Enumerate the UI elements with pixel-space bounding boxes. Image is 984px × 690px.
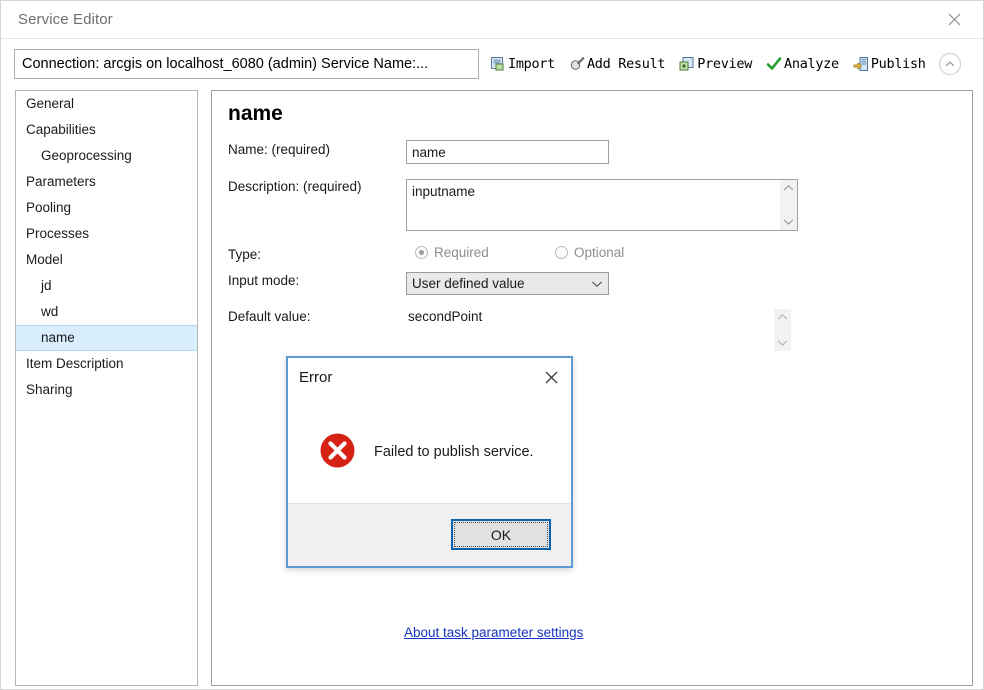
title-bar: Service Editor xyxy=(1,1,983,39)
sidebar-item-parameters[interactable]: Parameters xyxy=(16,169,197,195)
preview-label: Preview xyxy=(697,56,753,72)
publish-icon xyxy=(853,56,869,72)
publish-label: Publish xyxy=(870,56,926,72)
stepper-up-icon xyxy=(777,313,788,321)
publish-button[interactable]: Publish xyxy=(850,51,929,77)
editor-toolbar: Import Add Result Preview Analyze Publis… xyxy=(487,49,961,79)
page-title: name xyxy=(228,102,283,125)
radio-required-label: Required xyxy=(434,245,489,260)
collapse-toolbar-button[interactable] xyxy=(938,53,961,75)
default-value-text: secondPoint xyxy=(408,309,483,324)
radio-optional-circle-icon xyxy=(555,246,568,259)
sidebar-item-name[interactable]: name xyxy=(16,325,197,351)
input-mode-dropdown[interactable]: User defined value xyxy=(406,272,609,295)
dialog-body: Failed to publish service. xyxy=(288,400,571,503)
preview-icon xyxy=(679,56,695,72)
add-result-icon xyxy=(569,56,585,72)
stepper-down-icon xyxy=(777,339,788,347)
connection-field[interactable]: Connection: arcgis on localhost_6080 (ad… xyxy=(14,49,479,79)
input-mode-label: Input mode: xyxy=(228,273,300,288)
description-input[interactable] xyxy=(407,180,781,230)
dialog-title: Error xyxy=(299,369,333,386)
analyze-label: Analyze xyxy=(784,56,839,72)
scroll-up-icon xyxy=(783,184,794,192)
radio-optional[interactable]: Optional xyxy=(555,245,624,260)
dialog-footer: OK xyxy=(288,503,571,566)
close-icon xyxy=(545,371,557,383)
service-editor-window: Service Editor Connection: arcgis on loc… xyxy=(0,0,984,690)
about-task-parameter-settings-link[interactable]: About task parameter settings xyxy=(404,625,583,640)
sidebar-item-jd[interactable]: jd xyxy=(16,273,197,299)
window-title: Service Editor xyxy=(18,11,113,28)
scroll-down-icon xyxy=(783,218,794,226)
sidebar-item-sharing[interactable]: Sharing xyxy=(16,377,197,403)
description-scrollbar[interactable] xyxy=(780,180,797,230)
sidebar-item-wd[interactable]: wd xyxy=(16,299,197,325)
sidebar-item-general[interactable]: General xyxy=(16,91,197,117)
chevron-down-icon xyxy=(591,276,603,291)
add-result-button[interactable]: Add Result xyxy=(566,51,668,77)
sidebar-item-processes[interactable]: Processes xyxy=(16,221,197,247)
name-label: Name: (required) xyxy=(228,142,331,157)
name-input[interactable] xyxy=(406,140,609,164)
sidebar-item-capabilities[interactable]: Capabilities xyxy=(16,117,197,143)
import-label: Import xyxy=(508,56,555,72)
description-label: Description: (required) xyxy=(228,179,362,194)
analyze-button[interactable]: Analyze xyxy=(763,51,842,77)
type-label: Type: xyxy=(228,247,262,262)
window-close-button[interactable] xyxy=(931,2,977,36)
description-field-wrapper xyxy=(406,179,798,231)
settings-tree-panel: General Capabilities Geoprocessing Param… xyxy=(15,90,198,686)
top-bar: Connection: arcgis on localhost_6080 (ad… xyxy=(1,39,983,85)
import-button[interactable]: Import xyxy=(487,51,558,77)
close-icon xyxy=(948,13,960,25)
ok-button[interactable]: OK xyxy=(451,519,551,550)
chevron-up-icon xyxy=(945,61,954,67)
default-value-label: Default value: xyxy=(228,309,311,324)
sidebar-item-model[interactable]: Model xyxy=(16,247,197,273)
radio-required[interactable]: Required xyxy=(415,245,489,260)
sidebar-item-geoprocessing[interactable]: Geoprocessing xyxy=(16,143,197,169)
add-result-label: Add Result xyxy=(586,56,666,72)
analyze-check-icon xyxy=(766,56,782,72)
radio-required-circle-icon xyxy=(415,246,428,259)
radio-optional-label: Optional xyxy=(574,245,625,260)
dialog-close-button[interactable] xyxy=(537,364,565,390)
error-dialog: Error Failed to publish service. OK xyxy=(286,356,573,568)
error-circle-x-icon xyxy=(319,432,356,472)
dialog-message: Failed to publish service. xyxy=(374,443,534,460)
default-value-stepper[interactable] xyxy=(774,309,791,351)
import-icon xyxy=(490,56,506,72)
type-radio-group: Required Optional xyxy=(406,245,766,265)
sidebar-item-item-description[interactable]: Item Description xyxy=(16,351,197,377)
sidebar-item-pooling[interactable]: Pooling xyxy=(16,195,197,221)
preview-button[interactable]: Preview xyxy=(676,51,755,77)
input-mode-value: User defined value xyxy=(412,276,525,291)
